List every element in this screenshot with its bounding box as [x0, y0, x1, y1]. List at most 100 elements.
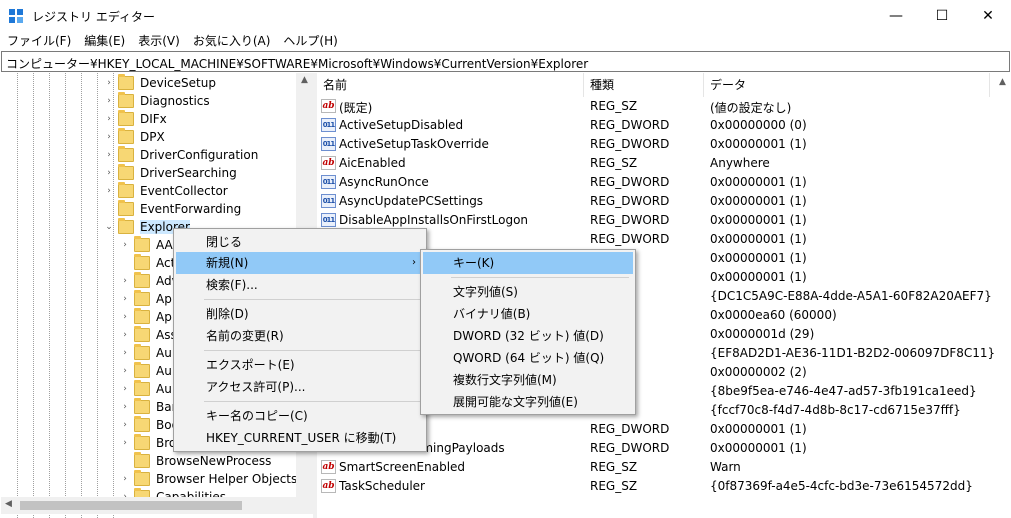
tree-item[interactable]: BrowseNewProcess — [120, 452, 271, 470]
tree-item[interactable]: › DriverConfiguration — [104, 146, 258, 164]
tree-item[interactable]: › Au — [120, 344, 172, 362]
folder-icon — [134, 434, 150, 450]
submenu-item-string-value[interactable]: 文字列値(S) — [423, 281, 633, 303]
expand-icon[interactable]: › — [120, 402, 130, 412]
menu-item-label: 新規(N) — [206, 256, 249, 270]
column-header-type[interactable]: 種類 — [584, 73, 704, 97]
tree-item[interactable]: › Ap — [120, 308, 172, 326]
menu-item-label: 文字列値(S) — [453, 285, 518, 299]
submenu-item-qword-value[interactable]: QWORD (64 ビット) 値(Q) — [423, 347, 633, 369]
tree-item[interactable]: › DeviceSetup — [104, 74, 216, 92]
tree-item[interactable]: › Bro — [120, 434, 176, 452]
value-data: {EF8AD2D1-AE36-11D1-B2D2-006097DF8C11} — [710, 346, 996, 360]
menu-help[interactable]: ヘルプ(H) — [276, 32, 343, 51]
tree-item[interactable]: › Au — [120, 362, 172, 380]
list-row[interactable]: ab (既定) REG_SZ (値の設定なし) — [317, 97, 1011, 116]
collapse-icon[interactable]: ⌄ — [104, 222, 114, 232]
minimize-button[interactable]: — — [873, 0, 919, 32]
tree-item[interactable]: › Adv — [120, 272, 179, 290]
tree-item-label: EventForwarding — [140, 202, 242, 216]
tree-item[interactable]: › Diagnostics — [104, 92, 210, 110]
expand-icon[interactable]: › — [104, 186, 114, 196]
menu-item-find[interactable]: 検索(F)... — [176, 274, 424, 296]
folder-icon — [134, 254, 150, 270]
value-data: Anywhere — [710, 156, 770, 170]
folder-icon — [134, 452, 150, 468]
menu-item-delete[interactable]: 削除(D) — [176, 303, 424, 325]
list-row[interactable]: ab TaskScheduler REG_SZ {0f87369f-a4e5-4cfc… — [317, 477, 1011, 496]
menu-file[interactable]: ファイル(F) — [0, 32, 77, 51]
tree-item[interactable]: › Browser Helper Objects — [120, 470, 297, 488]
list-vertical-scrollbar[interactable]: ▲ — [994, 73, 1011, 97]
tree-item[interactable]: Act — [120, 254, 175, 272]
expand-icon[interactable]: › — [120, 348, 130, 358]
menu-item-goto-hkcu[interactable]: HKEY_CURRENT_USER に移動(T) — [176, 427, 424, 449]
expand-icon[interactable]: › — [104, 132, 114, 142]
tree-item[interactable]: › EventCollector — [104, 182, 228, 200]
list-row[interactable]: 011 ActiveSetupTaskOverride REG_DWORD 0x000… — [317, 135, 1011, 154]
folder-icon — [134, 236, 150, 252]
expand-icon[interactable]: › — [104, 114, 114, 124]
menu-favorites[interactable]: お気に入り(A) — [186, 32, 277, 51]
tree-item[interactable]: › Boo — [120, 416, 179, 434]
expand-icon[interactable]: › — [120, 366, 130, 376]
expand-icon[interactable]: › — [120, 312, 130, 322]
submenu-item-multi-string-value[interactable]: 複数行文字列値(M) — [423, 369, 633, 391]
expand-icon[interactable]: › — [120, 240, 130, 250]
list-row[interactable]: ab AicEnabled REG_SZ Anywhere — [317, 154, 1011, 173]
list-row[interactable]: 011 ActiveSetupDisabled REG_DWORD 0x0000000… — [317, 116, 1011, 135]
menu-item-rename[interactable]: 名前の変更(R) — [176, 325, 424, 347]
string-value-icon: ab — [321, 99, 336, 113]
expand-icon[interactable]: › — [104, 168, 114, 178]
list-row[interactable]: 011 AsyncRunOnce REG_DWORD 0x00000001 (1) — [317, 173, 1011, 192]
tree-item[interactable]: › DPX — [104, 128, 165, 146]
menu-item-close[interactable]: 閉じる — [176, 231, 424, 253]
submenu-item-binary-value[interactable]: バイナリ値(B) — [423, 303, 633, 325]
menu-item-label: HKEY_CURRENT_USER に移動(T) — [206, 431, 397, 445]
menu-item-permissions[interactable]: アクセス許可(P)... — [176, 376, 424, 398]
scroll-up-icon[interactable]: ▲ — [296, 75, 313, 87]
maximize-button[interactable]: ☐ — [919, 0, 965, 32]
tree-horizontal-scrollbar[interactable]: ◀ — [1, 497, 313, 514]
scrollbar-thumb[interactable] — [20, 501, 242, 510]
submenu-item-dword-value[interactable]: DWORD (32 ビット) 値(D) — [423, 325, 633, 347]
expand-icon[interactable]: › — [120, 438, 130, 448]
expand-icon[interactable]: › — [120, 330, 130, 340]
close-icon: ✕ — [982, 8, 994, 24]
expand-icon[interactable]: › — [120, 294, 130, 304]
column-header-name[interactable]: 名前 — [317, 73, 584, 97]
folder-icon — [134, 326, 150, 342]
expand-icon[interactable]: › — [120, 384, 130, 394]
scroll-left-icon[interactable]: ◀ — [5, 499, 12, 509]
menu-view[interactable]: 表示(V) — [131, 32, 186, 51]
menu-item-export[interactable]: エクスポート(E) — [176, 354, 424, 376]
value-type: REG_DWORD — [590, 194, 670, 208]
expand-icon[interactable]: › — [120, 420, 130, 430]
tree-item[interactable]: › Bar — [120, 398, 177, 416]
tree-item[interactable]: › Ass — [120, 326, 177, 344]
column-header-data[interactable]: データ — [704, 73, 990, 97]
tree-item[interactable]: › DriverSearching — [104, 164, 237, 182]
tree-item[interactable]: EventForwarding — [104, 200, 241, 218]
expand-icon[interactable]: › — [104, 78, 114, 88]
tree-item[interactable]: › Ap — [120, 290, 172, 308]
menu-item-copy-key-name[interactable]: キー名のコピー(C) — [176, 405, 424, 427]
submenu-item-expandable-string-value[interactable]: 展開可能な文字列値(E) — [423, 391, 633, 413]
menu-item-label: 検索(F)... — [206, 278, 258, 292]
list-row[interactable]: 011 AsyncUpdatePCSettings REG_DWORD 0x00000… — [317, 192, 1011, 211]
value-data: 0x00000001 (1) — [710, 270, 807, 284]
address-bar[interactable]: コンピューター¥HKEY_LOCAL_MACHINE¥SOFTWARE¥Micr… — [1, 51, 1010, 72]
expand-icon[interactable]: › — [104, 150, 114, 160]
scroll-up-icon[interactable]: ▲ — [994, 73, 1011, 87]
tree-item[interactable]: › DIFx — [104, 110, 167, 128]
menu-item-new[interactable]: 新規(N) › — [176, 252, 424, 274]
menu-edit[interactable]: 編集(E) — [77, 32, 131, 51]
close-button[interactable]: ✕ — [965, 0, 1011, 32]
expand-icon[interactable]: › — [120, 474, 130, 484]
list-row[interactable]: ab SmartScreenEnabled REG_SZ Warn — [317, 458, 1011, 477]
tree-item[interactable]: › Au — [120, 380, 172, 398]
expand-icon[interactable]: › — [104, 96, 114, 106]
expand-icon[interactable]: › — [120, 276, 130, 286]
submenu-item-key[interactable]: キー(K) — [423, 252, 633, 274]
tree-item[interactable]: › AA — [120, 236, 173, 254]
